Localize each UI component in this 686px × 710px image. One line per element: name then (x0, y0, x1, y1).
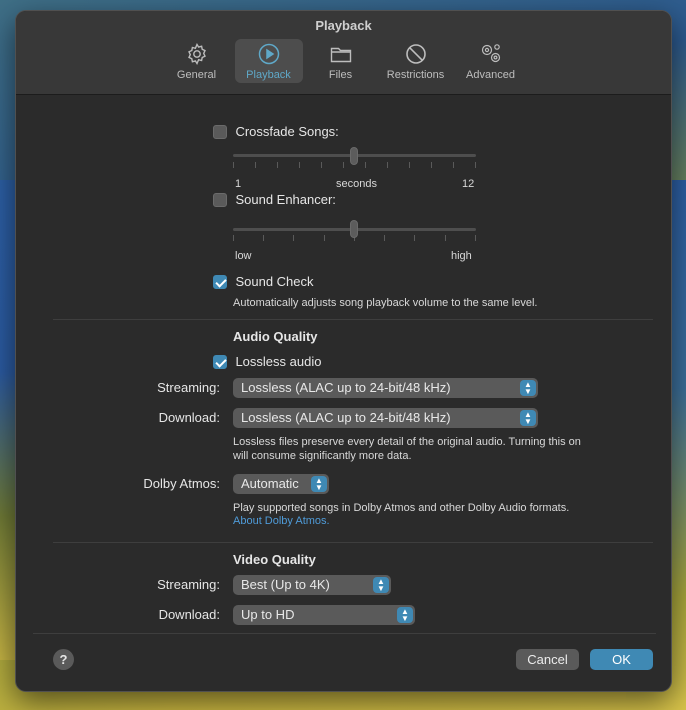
tab-files[interactable]: Files (307, 39, 375, 83)
crossfade-checkbox[interactable] (213, 124, 227, 139)
chevron-updown-icon: ▲ ▼ (520, 380, 536, 396)
tab-label: General (176, 69, 217, 81)
chevron-updown-icon: ▲ ▼ (520, 410, 536, 426)
cancel-button[interactable]: Cancel (516, 649, 579, 670)
play-circle-icon (258, 43, 279, 65)
ok-button[interactable]: OK (590, 649, 653, 670)
tab-playback[interactable]: Playback (234, 39, 303, 83)
lossless-note-line1: Lossless files preserve every detail of … (233, 436, 581, 448)
sound-check-label: Sound Check (235, 274, 314, 290)
sound-check-description: Automatically adjusts song playback volu… (233, 297, 538, 309)
sound-enhancer-slider-knob[interactable] (350, 220, 358, 238)
video-streaming-popup[interactable]: Best (Up to 4K) ▲ ▼ (233, 575, 391, 595)
chevron-updown-icon: ▲ ▼ (311, 476, 327, 492)
sound-check-row: Sound Check (213, 273, 314, 291)
tab-label: Files (328, 69, 353, 81)
lossless-note-line2: will consume significantly more data. (233, 450, 412, 462)
sound-enhancer-row: Sound Enhancer: (213, 191, 336, 209)
sound-enhancer-low-label: low (235, 250, 252, 262)
dolby-note: Play supported songs in Dolby Atmos and … (233, 502, 570, 514)
divider (33, 633, 656, 634)
folder-icon (330, 47, 351, 63)
sound-check-checkbox[interactable] (213, 274, 227, 289)
no-sign-icon (405, 44, 426, 64)
gear-icon (187, 42, 206, 66)
tab-label: Advanced (466, 69, 515, 81)
video-download-popup[interactable]: Up to HD ▲ ▼ (233, 605, 415, 625)
video-quality-heading: Video Quality (233, 552, 316, 567)
video-streaming-label: Streaming: (157, 577, 220, 592)
gears-icon (481, 44, 500, 63)
crossfade-min-label: 1 (235, 178, 242, 190)
audio-quality-heading: Audio Quality (233, 329, 318, 344)
crossfade-row: Crossfade Songs: (213, 123, 339, 141)
lossless-audio-checkbox[interactable] (213, 354, 227, 369)
sound-enhancer-high-label: high (451, 250, 472, 262)
crossfade-max-label: 12 (462, 178, 475, 190)
video-download-label: Download: (158, 607, 220, 622)
chevron-updown-icon: ▲ ▼ (373, 577, 389, 593)
dolby-atmos-popup[interactable]: Automatic ▲ ▼ (233, 474, 329, 494)
audio-download-label: Download: (158, 410, 220, 425)
chevron-updown-icon: ▲ ▼ (397, 607, 413, 623)
crossfade-unit-label: seconds (336, 178, 377, 190)
about-dolby-atmos-link[interactable]: About Dolby Atmos. (233, 515, 330, 527)
divider (53, 319, 653, 320)
audio-streaming-label: Streaming: (157, 380, 220, 395)
dolby-atmos-value: Automatic (241, 476, 299, 491)
dolby-atmos-label: Dolby Atmos: (143, 476, 220, 491)
titlebar: Playback General Playback Files Restrict… (16, 11, 671, 95)
divider (53, 542, 653, 543)
tab-label: Restrictions (386, 69, 445, 81)
video-streaming-value: Best (Up to 4K) (241, 577, 330, 592)
tab-general[interactable]: General (163, 39, 231, 83)
sound-enhancer-checkbox[interactable] (213, 192, 227, 207)
tab-advanced[interactable]: Advanced (457, 39, 525, 83)
audio-streaming-popup[interactable]: Lossless (ALAC up to 24-bit/48 kHz) ▲ ▼ (233, 378, 538, 398)
preferences-window: Playback General Playback Files Restrict… (15, 10, 672, 692)
toolbar-tabs: General Playback Files Restrictions Adva… (16, 39, 671, 83)
lossless-audio-label: Lossless audio (235, 354, 322, 370)
crossfade-slider-knob[interactable] (350, 147, 358, 165)
audio-download-value: Lossless (ALAC up to 24-bit/48 kHz) (241, 410, 451, 425)
audio-streaming-value: Lossless (ALAC up to 24-bit/48 kHz) (241, 380, 451, 395)
help-button[interactable]: ? (53, 649, 74, 670)
tab-label: Playback (246, 69, 291, 81)
sound-enhancer-label: Sound Enhancer: (235, 192, 336, 208)
lossless-row: Lossless audio (213, 353, 321, 371)
video-download-value: Up to HD (241, 607, 295, 622)
window-title: Playback (315, 18, 372, 33)
tab-restrictions[interactable]: Restrictions (379, 39, 453, 83)
audio-download-popup[interactable]: Lossless (ALAC up to 24-bit/48 kHz) ▲ ▼ (233, 408, 538, 428)
crossfade-label: Crossfade Songs: (235, 124, 339, 140)
